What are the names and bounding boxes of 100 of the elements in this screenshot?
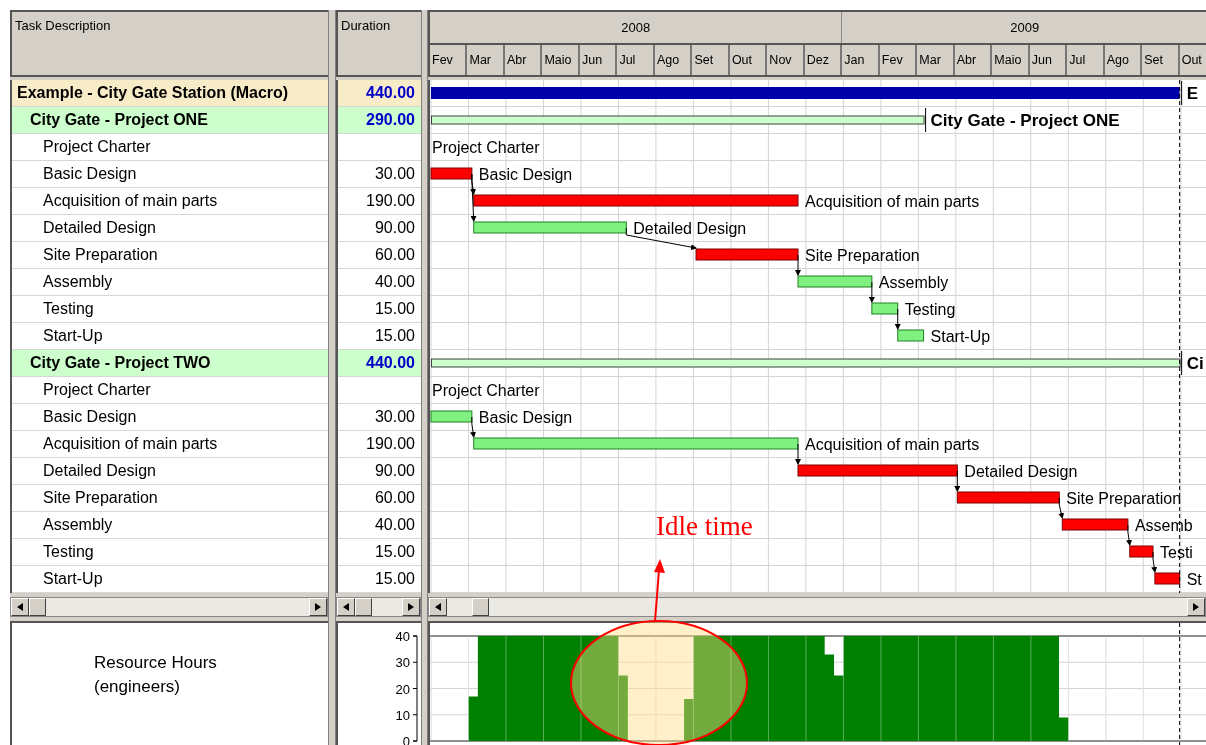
- connector-arrow: [470, 416, 476, 438]
- bar-label: Detailed Design: [964, 463, 1078, 480]
- annotation-text: Idle time: [656, 511, 753, 541]
- connector-arrow: [1058, 497, 1065, 519]
- month-header: Abr: [954, 45, 993, 75]
- scrollbar[interactable]: [10, 597, 328, 617]
- right-triangle-icon: [408, 603, 414, 611]
- right-triangle-icon: [315, 603, 321, 611]
- scroll-right-button[interactable]: [402, 598, 420, 616]
- bar-label: Basic Design: [478, 166, 573, 183]
- task-name: Detailed Design: [43, 461, 156, 481]
- task-name: Testing: [43, 542, 94, 562]
- month-header: Mar: [917, 45, 955, 75]
- scrollbar-thumb[interactable]: [29, 598, 46, 616]
- bar-label: Site Preparation: [1066, 490, 1182, 507]
- duration-value: 60.00: [374, 245, 415, 265]
- month-header: Jan: [842, 45, 880, 75]
- month-header: Mar: [467, 45, 505, 75]
- bar-label: Testi: [1160, 544, 1193, 561]
- right-triangle-icon: [1193, 603, 1199, 611]
- duration-value: 90.00: [374, 461, 415, 481]
- month-header: Jun: [579, 45, 618, 75]
- task-name: Example - City Gate Station (Macro): [17, 83, 289, 103]
- task-name: Basic Design: [43, 407, 137, 427]
- bar-label: E: [1186, 84, 1198, 103]
- scroll-right-button[interactable]: [1187, 598, 1205, 616]
- annotation-arrow: [654, 559, 665, 622]
- month-header: Set: [692, 45, 730, 75]
- month-header: Ago: [654, 45, 693, 75]
- duration-value: 90.00: [374, 218, 415, 238]
- month-header: Maio: [542, 45, 580, 75]
- left-triangle-icon: [17, 603, 23, 611]
- scrollbar[interactable]: [428, 597, 1206, 617]
- task-name: Acquisition of main parts: [43, 434, 218, 454]
- duration-value: 440.00: [366, 353, 415, 373]
- month-header: Ago: [1104, 45, 1143, 75]
- month-header: Fev: [879, 45, 918, 75]
- task-name: Project Charter: [43, 137, 151, 157]
- connector-arrow: [1151, 551, 1158, 573]
- duration-value: 440.00: [366, 83, 415, 103]
- bar-label: St: [1186, 571, 1202, 588]
- scroll-left-button[interactable]: [337, 598, 355, 616]
- duration-value: 15.00: [374, 326, 415, 346]
- month-header: Set: [1142, 45, 1180, 75]
- task-name: Assembly: [43, 272, 113, 292]
- connector-arrow: [894, 308, 901, 330]
- connector-arrow: [795, 254, 801, 276]
- axis-tick-label: 40: [395, 629, 410, 644]
- scroll-right-button[interactable]: [309, 598, 327, 616]
- month-header: Out: [729, 45, 768, 75]
- connector-arrow: [1126, 524, 1133, 546]
- bar-label: Ci: [1186, 354, 1204, 373]
- scroll-left-button[interactable]: [11, 598, 29, 616]
- duration-value: 190.00: [366, 191, 415, 211]
- left-triangle-icon: [435, 603, 441, 611]
- task-name: Start-Up: [43, 326, 103, 346]
- bar-label: Site Preparation: [805, 247, 920, 264]
- panel-label: Resource Hours (engineers): [94, 652, 218, 698]
- duration-value: 30.00: [374, 164, 415, 184]
- month-header: Jul: [617, 45, 655, 75]
- month-header: Maio: [992, 45, 1030, 75]
- scrollbar-thumb[interactable]: [472, 598, 489, 616]
- task-name: Site Preparation: [43, 245, 158, 265]
- month-header: Nov: [767, 45, 805, 75]
- duration-value: 15.00: [374, 542, 415, 562]
- scrollbar[interactable]: [336, 597, 421, 617]
- duration-value: 15.00: [374, 569, 415, 589]
- duration-value: 290.00: [366, 110, 415, 130]
- bar-label: Project Charter: [432, 382, 540, 399]
- bar-label: Basic Design: [478, 409, 573, 426]
- bar-label: Project Charter: [432, 139, 540, 156]
- task-name: Assembly: [43, 515, 113, 535]
- task-name: City Gate - Project TWO: [30, 353, 211, 373]
- bar-label: Testing: [904, 301, 956, 318]
- axis-tick-label: 20: [395, 681, 410, 697]
- scroll-left-button[interactable]: [429, 598, 447, 616]
- axis-tick-label: 30: [395, 655, 410, 671]
- scrollbar-thumb[interactable]: [355, 598, 372, 616]
- duration-value: 190.00: [366, 434, 415, 454]
- bar-end-marker: [1181, 350, 1183, 376]
- duration-value: 30.00: [374, 407, 415, 427]
- duration-value: 40.00: [374, 515, 415, 535]
- month-header: Jun: [1029, 45, 1068, 75]
- duration-value: 60.00: [374, 488, 415, 508]
- task-name: Start-Up: [43, 569, 103, 589]
- column-header: Duration: [336, 10, 421, 77]
- bar-label: Start-Up: [930, 328, 991, 345]
- left-triangle-icon: [343, 603, 349, 611]
- bar-end-marker: [1181, 80, 1183, 106]
- month-header: Dez: [804, 45, 843, 75]
- task-name: Detailed Design: [43, 218, 156, 238]
- task-name: Acquisition of main parts: [43, 191, 218, 211]
- task-name: Basic Design: [43, 164, 137, 184]
- duration-value: 40.00: [374, 272, 415, 292]
- axis-tick-label: 10: [395, 707, 410, 723]
- bar-label: Acquisition of main parts: [805, 193, 980, 210]
- task-name: Testing: [43, 299, 94, 319]
- bar-end-marker: [925, 107, 927, 133]
- bar-label: Assemb: [1134, 517, 1193, 534]
- duration-value: 15.00: [374, 299, 415, 319]
